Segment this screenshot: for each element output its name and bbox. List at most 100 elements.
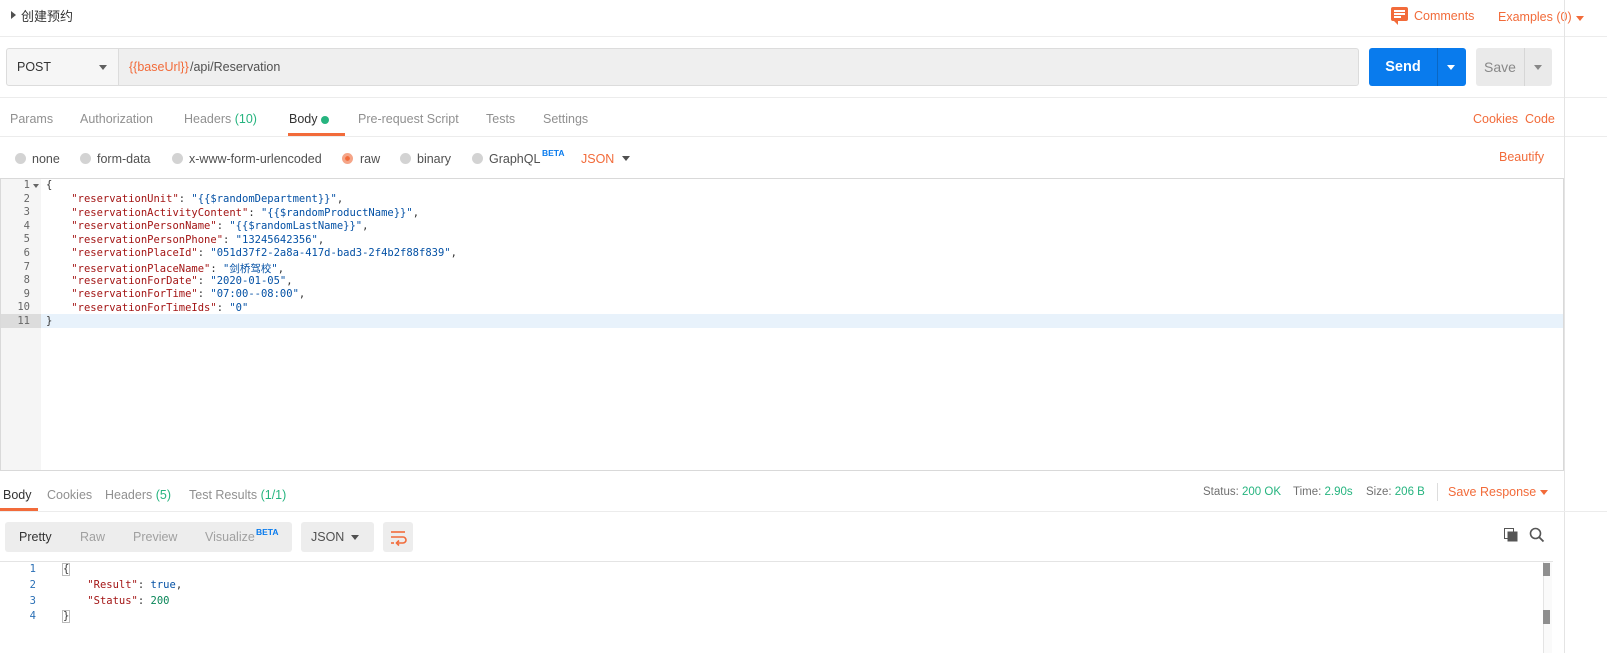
scrollbar-thumb[interactable] [1543, 610, 1550, 624]
json-key: "reservationPlaceName" [71, 263, 211, 275]
code-line: "reservationPersonName": "{{$randomLastN… [71, 220, 369, 233]
response-value-status: 200 [150, 595, 170, 607]
json-value: "{{$randomDepartment}}" [191, 193, 337, 205]
comments-icon[interactable] [1391, 7, 1408, 25]
code-line: "reservationPlaceId": "051d37f2-2a8a-417… [71, 247, 457, 260]
response-line-number: 2 [29, 578, 36, 591]
title-bar [0, 0, 1607, 37]
visualize-beta-badge: BETA [256, 527, 279, 537]
tab-settings[interactable]: Settings [543, 112, 588, 126]
response-line-number: 1 [29, 563, 36, 575]
response-line-number: 3 [29, 594, 36, 607]
json-value: "2020-01-05" [210, 274, 287, 287]
radio-urlencoded[interactable] [172, 153, 183, 164]
json-key: "reservationForTime" [71, 288, 198, 301]
view-pretty[interactable]: Pretty [19, 530, 52, 544]
format-select[interactable]: JSON [581, 152, 614, 166]
line-number: 3 [23, 206, 30, 219]
url-input[interactable] [118, 48, 1359, 86]
examples-chevron-down-icon[interactable] [1576, 16, 1584, 21]
status-value[interactable]: 200 OK [1242, 486, 1281, 498]
save-response-button[interactable]: Save Response [1448, 485, 1536, 499]
radio-none[interactable] [15, 153, 26, 164]
save-response-chevron-down-icon[interactable] [1540, 490, 1548, 495]
json-comma: , [412, 206, 420, 219]
size-label: Size: [1366, 486, 1392, 498]
send-button[interactable]: Send [1369, 48, 1437, 86]
radio-graphql-label[interactable]: GraphQL [489, 152, 540, 166]
json-key: "reservationForTimeIds" [71, 301, 217, 314]
size-value[interactable]: 206 B [1395, 486, 1425, 498]
response-tab-cookies[interactable]: Cookies [47, 488, 92, 502]
beautify-link[interactable]: Beautify [1499, 150, 1544, 164]
json-key: "reservationUnit" [71, 193, 179, 205]
radio-raw[interactable] [342, 153, 353, 164]
radio-form-data[interactable] [80, 153, 91, 164]
tab-params[interactable]: Params [10, 112, 53, 126]
json-key: "reservationPersonPhone" [71, 233, 224, 246]
line-number: 10 [17, 301, 30, 314]
divider [1437, 483, 1438, 501]
tab-authorization[interactable]: Authorization [80, 112, 153, 126]
collapse-caret-icon[interactable] [11, 11, 16, 19]
view-visualize[interactable]: Visualize [205, 530, 255, 544]
tab-tests[interactable]: Tests [486, 112, 515, 126]
fold-caret-icon[interactable] [33, 184, 39, 188]
view-preview[interactable]: Preview [133, 530, 177, 544]
method-value: POST [17, 60, 52, 74]
line-number: 1 [23, 179, 30, 191]
save-button[interactable]: Save [1476, 48, 1524, 86]
view-raw[interactable]: Raw [80, 530, 105, 544]
radio-binary-label[interactable]: binary [417, 152, 451, 166]
time-label: Time: [1293, 486, 1322, 498]
tab-pre-request-script[interactable]: Pre-request Script [358, 112, 459, 126]
code-line: "reservationForTime": "07:00--08:00", [71, 288, 306, 301]
response-tab-headers[interactable]: Headers (5) [105, 488, 171, 502]
code-line: "reservationUnit": "{{$randomDepartment}… [71, 193, 344, 205]
radio-graphql[interactable] [472, 153, 483, 164]
radio-raw-label[interactable]: raw [360, 152, 380, 166]
method-chevron-down-icon[interactable] [99, 65, 107, 70]
response-tab-body[interactable]: Body [3, 488, 32, 502]
json-value: "051d37f2-2a8a-417d-bad3-2f4b2f88f839" [210, 247, 451, 260]
json-comma: , [450, 247, 457, 260]
examples-dropdown[interactable]: Examples (0) [1498, 10, 1572, 24]
time-meta: Time: 2.90s [1293, 486, 1353, 498]
url-variable: {{baseUrl}} [129, 60, 189, 74]
graphql-label: GraphQL [489, 152, 541, 166]
comments-link[interactable]: Comments [1414, 9, 1474, 23]
save-chevron-down-icon [1534, 65, 1542, 70]
line-number: 8 [23, 274, 30, 287]
tab-body[interactable]: Body [289, 112, 318, 126]
body-indicator-dot [321, 116, 329, 124]
json-key: "reservationActivityContent" [71, 206, 249, 219]
cookies-link[interactable]: Cookies [1473, 112, 1518, 126]
response-line-result: "Result": true, [87, 579, 183, 591]
response-body-editor[interactable] [0, 561, 1553, 653]
response-headers-label: Headers [105, 488, 153, 502]
scrollbar-thumb[interactable] [1543, 563, 1550, 576]
time-value[interactable]: 2.90s [1325, 486, 1353, 498]
radio-urlencoded-label[interactable]: x-www-form-urlencoded [189, 152, 322, 166]
request-title[interactable]: 创建预约 [21, 6, 73, 25]
search-icon[interactable] [1529, 527, 1545, 543]
radio-form-data-label[interactable]: form-data [97, 152, 151, 166]
code-link[interactable]: Code [1525, 112, 1555, 126]
format-chevron-down-icon[interactable] [622, 156, 630, 161]
code-close-brace: } [46, 315, 53, 327]
copy-icon[interactable] [1504, 528, 1518, 542]
code-line: "reservationForTimeIds": "0" [71, 301, 249, 314]
json-value: "13245642356" [235, 233, 318, 246]
response-open-brace: { [62, 563, 71, 576]
tab-headers[interactable]: Headers (10) [184, 112, 257, 126]
tab-headers-label: Headers [184, 112, 232, 126]
response-value-result: true [150, 579, 176, 591]
json-comma: , [317, 233, 325, 246]
json-comma: , [286, 274, 293, 287]
response-tab-test-results[interactable]: Test Results (1/1) [189, 488, 286, 502]
wrap-lines-button[interactable] [383, 522, 413, 552]
radio-binary[interactable] [400, 153, 411, 164]
line-number: 7 [23, 260, 30, 273]
divider [1564, 0, 1565, 653]
radio-none-label[interactable]: none [32, 152, 60, 166]
